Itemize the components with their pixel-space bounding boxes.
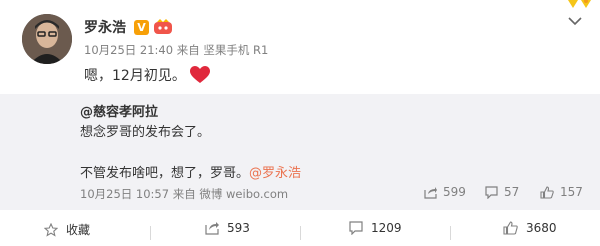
comment-count: 1209 xyxy=(371,221,402,235)
divider xyxy=(300,226,301,240)
quoted-text: 不管发布啥吧，想了，罗哥。 xyxy=(80,166,250,181)
divider xyxy=(450,226,451,240)
repost-icon xyxy=(205,222,219,235)
quoted-author-link[interactable]: @慈容孝阿拉 xyxy=(80,101,158,120)
username-link[interactable]: 罗永浩 xyxy=(84,17,126,37)
favorite-button[interactable]: 收藏 xyxy=(44,221,90,238)
comment-icon xyxy=(485,185,498,199)
quoted-comment-count: 57 xyxy=(504,185,520,199)
comment-button[interactable]: 1209 xyxy=(349,221,402,235)
thumbs-up-icon xyxy=(540,185,554,199)
quoted-repost-count: 599 xyxy=(443,185,466,199)
repost-icon xyxy=(424,186,437,199)
quoted-text-line: 想念罗哥的发布会了。 xyxy=(80,125,211,140)
post-text: 嗯，12月初见。 xyxy=(84,68,186,84)
mention-link[interactable]: @罗永浩 xyxy=(249,166,301,181)
like-button[interactable]: 3680 xyxy=(503,221,557,235)
verified-badge-icon[interactable]: V xyxy=(134,19,149,35)
quoted-like-count: 157 xyxy=(560,185,583,199)
weibo-post-card: 罗永浩 V 10月25日 21:40 来自 坚果手机 R1 嗯，12月初见。 @… xyxy=(0,0,600,246)
quoted-post: @慈容孝阿拉 想念罗哥的发布会了。 不管发布啥吧，想了，罗哥。@罗永浩 10月2… xyxy=(0,94,600,210)
post-meta: 10月25日 21:40 来自 坚果手机 R1 xyxy=(84,43,269,57)
action-bar: 收藏 593 1209 3680 xyxy=(0,216,600,246)
user-row: 罗永浩 V xyxy=(84,17,173,37)
quoted-repost-button[interactable]: 599 xyxy=(424,185,466,199)
comment-icon xyxy=(349,221,363,235)
quoted-meta: 10月25日 10:57 来自 微博 weibo.com xyxy=(80,187,289,201)
quoted-text-line: 不管发布啥吧，想了，罗哥。@罗永浩 xyxy=(80,162,301,181)
repost-count: 593 xyxy=(227,221,250,235)
thumbs-up-icon xyxy=(503,221,518,235)
quoted-like-button[interactable]: 157 xyxy=(540,185,583,199)
member-badge-icon[interactable] xyxy=(153,19,173,35)
like-count: 3680 xyxy=(526,221,557,235)
post-content: 嗯，12月初见。 xyxy=(84,65,210,85)
star-icon xyxy=(44,222,58,237)
divider xyxy=(150,226,151,240)
favorite-label: 收藏 xyxy=(66,223,91,237)
chevron-down-icon[interactable] xyxy=(568,16,582,26)
crown-decoration-icon xyxy=(568,0,591,8)
avatar[interactable] xyxy=(22,14,72,64)
heart-emoji-icon xyxy=(189,66,210,83)
repost-button[interactable]: 593 xyxy=(205,221,250,235)
quoted-comment-button[interactable]: 57 xyxy=(485,185,519,199)
